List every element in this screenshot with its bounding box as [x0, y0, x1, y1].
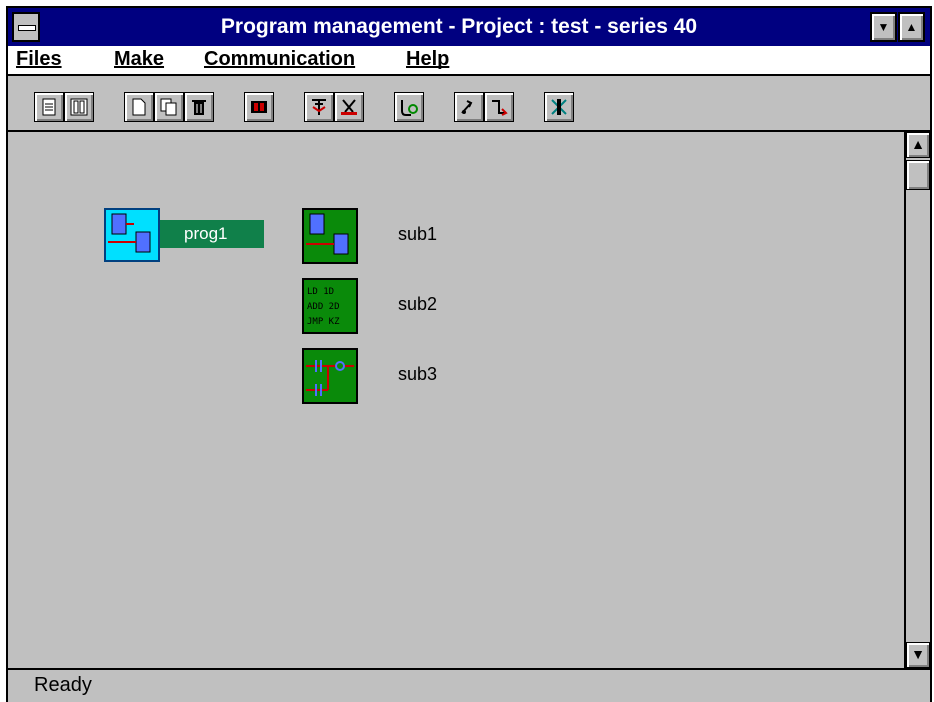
- edit-icon: [251, 101, 267, 113]
- view-project-button[interactable]: [64, 92, 94, 122]
- cut-icon: [341, 99, 357, 115]
- maximize-icon: ▲: [905, 20, 918, 34]
- scroll-up-button[interactable]: ▲: [906, 132, 930, 158]
- sub2-icon-line-3: JMP KZ: [307, 317, 340, 327]
- open-project-icon: [42, 98, 56, 116]
- sub2-program-icon[interactable]: LD 1D ADD 2D JMP KZ: [302, 278, 358, 334]
- cut-button[interactable]: [334, 92, 364, 122]
- copy-program-icon: [160, 98, 177, 116]
- menu-make[interactable]: Make: [114, 48, 164, 71]
- menu-communication[interactable]: Communication: [204, 48, 355, 71]
- sub2-icon-line-2: ADD 2D: [307, 302, 340, 312]
- link-button[interactable]: [394, 92, 424, 122]
- title-bar[interactable]: Program management - Project : test - se…: [8, 8, 930, 48]
- debug-button[interactable]: [544, 92, 574, 122]
- ladder-icon: [306, 360, 354, 396]
- transfer-icon: [461, 100, 473, 114]
- edit-button[interactable]: [244, 92, 274, 122]
- menu-bar: Files Make Communication Help: [8, 46, 930, 76]
- system-menu-icon: [18, 25, 36, 31]
- status-bar: Ready: [8, 668, 930, 702]
- arrow-up-icon: ▲: [911, 136, 925, 152]
- sub2-label[interactable]: sub2: [398, 294, 437, 315]
- delete-icon: [192, 100, 206, 115]
- sub1-program-icon[interactable]: [302, 208, 358, 264]
- minimize-icon: ▼: [877, 20, 890, 34]
- connect-button[interactable]: [484, 92, 514, 122]
- status-text: Ready: [34, 674, 92, 696]
- program-icon: [306, 213, 349, 255]
- toolbar: [8, 76, 930, 132]
- arrow-down-icon: ▼: [911, 646, 925, 662]
- open-project-button[interactable]: [34, 92, 64, 122]
- scroll-down-button[interactable]: ▼: [906, 642, 930, 668]
- window-title: Program management - Project : test - se…: [220, 15, 698, 38]
- new-program-button[interactable]: [124, 92, 154, 122]
- menu-help[interactable]: Help: [406, 48, 449, 71]
- sub3-program-icon[interactable]: [302, 348, 358, 404]
- program-workspace: prog1 sub1 LD 1D ADD 2D JMP KZ sub2 sub3: [8, 132, 904, 668]
- menu-files[interactable]: Files: [16, 48, 62, 71]
- copy-program-button[interactable]: [154, 92, 184, 122]
- transfer-button[interactable]: [454, 92, 484, 122]
- instruction-list-icon: LD 1D ADD 2D JMP KZ: [307, 287, 340, 327]
- vertical-scrollbar[interactable]: ▲ ▼: [904, 132, 930, 668]
- sub3-label[interactable]: sub3: [398, 364, 437, 385]
- compile-button[interactable]: [304, 92, 334, 122]
- connect-icon: [492, 100, 508, 116]
- sub2-icon-line-1: LD 1D: [307, 287, 334, 297]
- program-icon: [108, 213, 151, 253]
- compile-icon: [312, 99, 326, 115]
- minimize-button[interactable]: ▼: [870, 12, 897, 42]
- system-menu-button[interactable]: [12, 12, 40, 42]
- view-project-icon: [70, 98, 88, 116]
- link-icon: [401, 100, 418, 116]
- prog1-label[interactable]: prog1: [160, 220, 264, 248]
- delete-button[interactable]: [184, 92, 214, 122]
- debug-icon: [551, 99, 567, 115]
- sub1-label[interactable]: sub1: [398, 224, 437, 245]
- maximize-button[interactable]: ▲: [898, 12, 925, 42]
- prog1-program-icon[interactable]: [104, 208, 160, 262]
- scroll-thumb[interactable]: [906, 160, 930, 190]
- new-program-icon: [132, 98, 146, 116]
- main-window: Program management - Project : test - se…: [6, 6, 932, 702]
